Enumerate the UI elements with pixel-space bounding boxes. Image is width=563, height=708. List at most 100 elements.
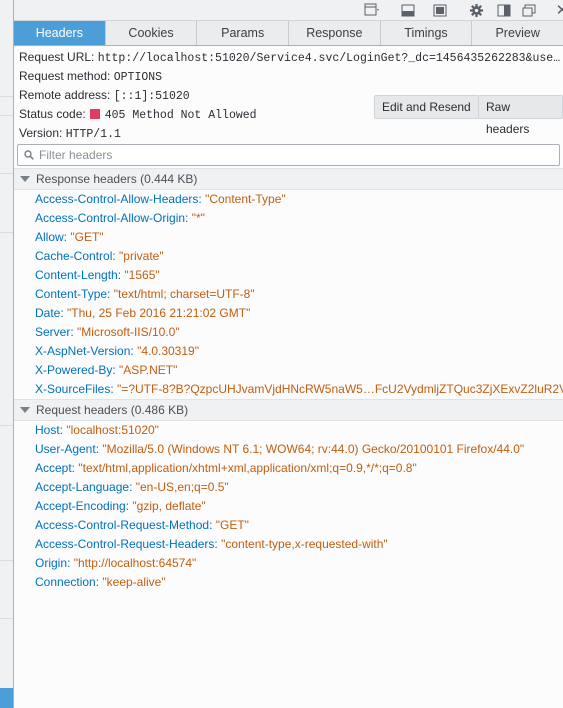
tab-preview[interactable]: Preview [472,21,563,45]
header-value: "Microsoft-IIS/10.0" [77,325,180,339]
header-value: "gzip, deflate" [132,499,206,513]
header-name: Access-Control-Allow-Headers: [35,192,202,206]
gutter-divider [0,425,13,426]
header-value: "text/html,application/xhtml+xml,applica… [78,461,417,475]
request-method-label: Request method: [19,69,111,83]
request-headers-section[interactable]: Request headers (0.486 KB) [14,399,563,421]
header-name: X-Powered-By: [35,363,116,377]
header-row[interactable]: Content-Length: "1565" [35,266,563,285]
request-url-value[interactable]: http://localhost:51020/Service4.svc/Logi… [98,52,560,65]
request-method-value: OPTIONS [113,71,163,84]
request-url-row: Request URL: http://localhost:51020/Serv… [19,48,563,67]
header-name: X-SourceFiles: [35,382,114,396]
header-row[interactable]: Server: "Microsoft-IIS/10.0" [35,323,563,342]
header-value: "private" [119,249,164,263]
header-value: "content-type,x-requested-with" [221,537,388,551]
version-row: Version: HTTP/1.1 [19,124,563,143]
remote-address-value: [::1]:51020 [113,90,190,103]
tab-headers[interactable]: Headers [14,21,106,45]
header-row[interactable]: Accept-Language: "en-US,en;q=0.5" [35,478,563,497]
header-row[interactable]: Cache-Control: "private" [35,247,563,266]
header-name: X-AspNet-Version: [35,344,134,358]
header-value: "Thu, 25 Feb 2016 21:21:02 GMT" [67,306,251,320]
header-name: Server: [35,325,74,339]
gutter-divider [0,115,13,116]
close-icon[interactable]: ✕ [552,1,563,19]
gutter-divider [0,96,13,97]
header-name: Connection: [35,575,100,589]
header-row[interactable]: Access-Control-Request-Method: "GET" [35,516,563,535]
header-row[interactable]: Accept-Encoding: "gzip, deflate" [35,497,563,516]
header-row[interactable]: Connection: "keep-alive" [35,573,563,592]
header-name: Access-Control-Request-Method: [35,518,213,532]
gutter-divider [0,618,13,619]
tab-cookies[interactable]: Cookies [106,21,198,45]
tab-response[interactable]: Response [289,21,381,45]
header-value: "localhost:51020" [66,423,159,437]
header-row[interactable]: User-Agent: "Mozilla/5.0 (Windows NT 6.1… [35,440,563,459]
request-list-gutter[interactable] [0,0,14,708]
request-headers-title: Request headers (0.486 KB) [36,403,189,417]
popout-icon[interactable] [519,1,539,19]
header-name: Access-Control-Request-Headers: [35,537,218,551]
response-headers-section[interactable]: Response headers (0.444 KB) [14,168,563,190]
header-value: "*" [191,211,205,225]
header-name: Content-Type: [35,287,111,301]
split-icon[interactable] [494,1,514,19]
request-url-label: Request URL: [19,50,95,64]
remote-address-label: Remote address: [19,88,111,102]
filter-headers-box[interactable] [17,144,560,166]
header-row[interactable]: Date: "Thu, 25 Feb 2016 21:21:02 GMT" [35,304,563,323]
gutter-divider [0,173,13,174]
header-name: Date: [35,306,64,320]
header-name: Origin: [35,556,71,570]
dock-side-icon[interactable] [430,1,450,19]
header-name: Accept-Encoding: [35,499,130,513]
response-headers-list: Access-Control-Allow-Headers: "Content-T… [35,190,563,399]
header-row[interactable]: Origin: "http://localhost:64574" [35,554,563,573]
tab-timings[interactable]: Timings [381,21,473,45]
header-value: "ASP.NET" [119,363,178,377]
header-row[interactable]: X-AspNet-Version: "4.0.30319" [35,342,563,361]
version-value: HTTP/1.1 [65,128,121,141]
version-label: Version: [19,126,63,140]
header-row[interactable]: Access-Control-Allow-Headers: "Content-T… [35,190,563,209]
header-value: "=?UTF-8?B?QzpcUHJvamVjdHNcRW5naW5…FcU2V… [117,382,563,396]
header-name: User-Agent: [35,442,100,456]
header-row[interactable]: Access-Control-Request-Headers: "content… [35,535,563,554]
header-value: "Content-Type" [205,192,286,206]
request-method-row: Request method: OPTIONS [19,67,563,86]
edit-and-resend-button[interactable]: Edit and Resend [374,95,479,119]
header-row[interactable]: Accept: "text/html,application/xhtml+xml… [35,459,563,478]
header-value: "keep-alive" [102,575,166,589]
status-indicator-icon [89,109,100,119]
header-value: "GET" [70,230,104,244]
status-code-value: 405 Method Not Allowed [104,109,257,122]
header-row[interactable]: Host: "localhost:51020" [35,421,563,440]
header-name: Accept-Language: [35,480,133,494]
gutter-divider [0,560,13,561]
header-value: "text/html; charset=UTF-8" [113,287,255,301]
collapse-triangle-icon[interactable] [20,407,30,413]
tab-params[interactable]: Params [197,21,290,45]
response-headers-title: Response headers (0.444 KB) [36,172,198,186]
request-headers-list: Host: "localhost:51020" User-Agent: "Moz… [35,421,563,592]
header-name: Access-Control-Allow-Origin: [35,211,189,225]
filter-headers-input[interactable] [39,148,539,162]
status-code-label: Status code: [19,107,86,121]
header-row[interactable]: Allow: "GET" [35,228,563,247]
settings-icon[interactable] [466,1,486,19]
header-row[interactable]: Access-Control-Allow-Origin: "*" [35,209,563,228]
selected-request-marker[interactable] [0,688,13,708]
header-value: "1565" [124,268,160,282]
header-name: Host: [35,423,64,437]
layout-icon[interactable] [362,1,382,19]
header-row[interactable]: X-Powered-By: "ASP.NET" [35,361,563,380]
header-row[interactable]: X-SourceFiles: "=?UTF-8?B?QzpcUHJvamVjdH… [35,380,563,399]
collapse-triangle-icon[interactable] [20,176,30,182]
header-value: "http://localhost:64574" [73,556,197,570]
dock-bottom-icon[interactable] [398,1,418,19]
header-row[interactable]: Content-Type: "text/html; charset=UTF-8" [35,285,563,304]
header-name: Content-Length: [35,268,122,282]
raw-headers-button[interactable]: Raw headers [478,95,563,136]
